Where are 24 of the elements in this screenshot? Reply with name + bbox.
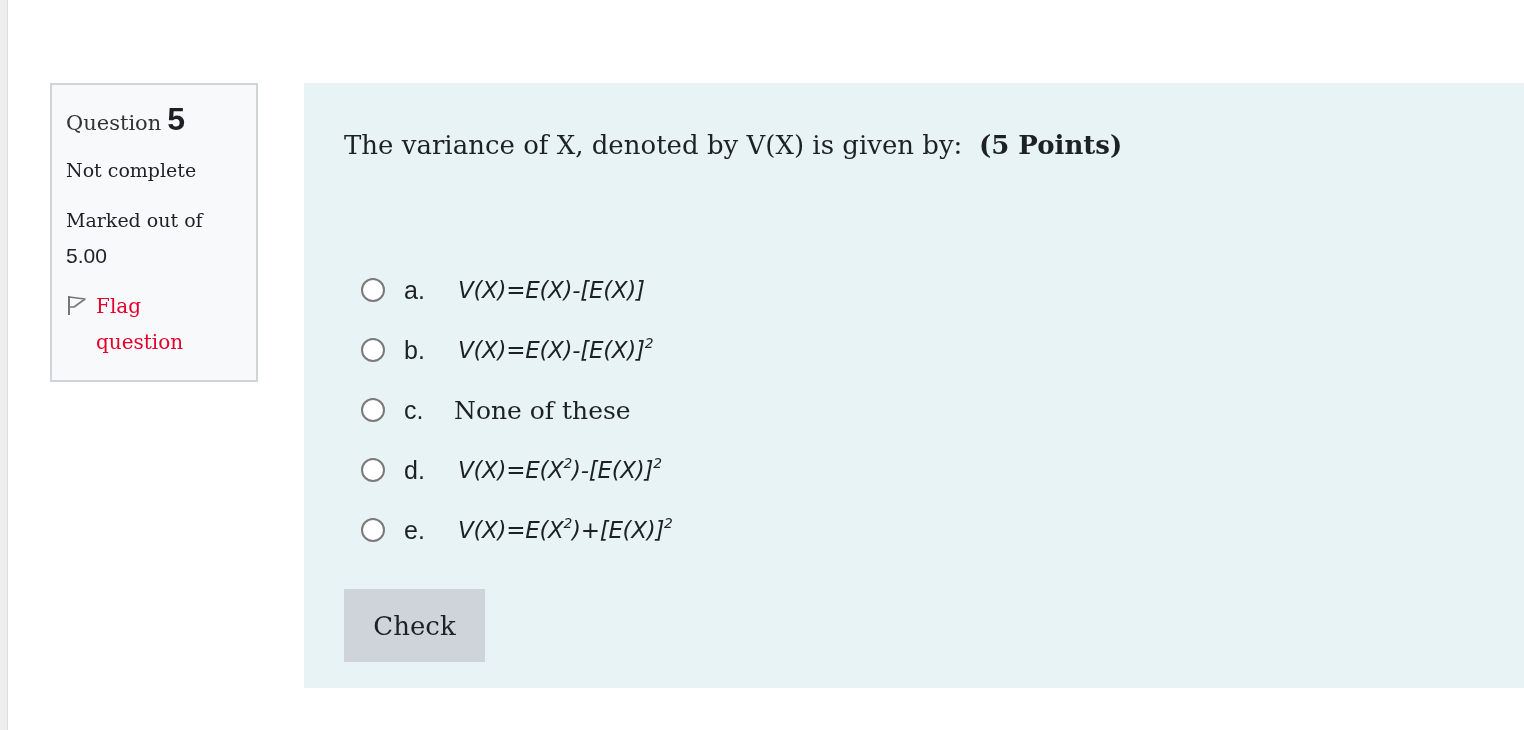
question-number: 5 — [167, 101, 186, 138]
option-formula: V(X)=E(X)-[E(X)]$^{2}$ — [458, 337, 654, 363]
option-letter: c. — [404, 395, 425, 425]
marks-label: Marked out of — [66, 208, 205, 233]
option-letter: b. — [404, 335, 426, 365]
marks-value: 5.00 — [66, 243, 108, 269]
radio-button[interactable] — [361, 278, 385, 302]
option-text: None of these — [454, 395, 631, 425]
radio-button[interactable] — [361, 518, 385, 542]
option-formula: V(X)=E(X$^{2}$)-[E(X)]$^{2}$ — [458, 457, 662, 483]
flag-icon[interactable] — [66, 294, 88, 316]
option-letter: e. — [404, 515, 426, 545]
option-formula: V(X)=E(X$^{2}$)+[E(X)]$^{2}$ — [458, 517, 673, 543]
option-letter: d. — [404, 455, 426, 485]
flag-question-link[interactable]: Flag question — [96, 288, 226, 360]
question-label: Question — [66, 111, 162, 135]
radio-button[interactable] — [361, 398, 385, 422]
question-status: Not complete — [66, 158, 198, 183]
radio-button[interactable] — [361, 458, 385, 482]
check-button[interactable]: Check — [344, 589, 485, 662]
option-letter: a. — [404, 275, 426, 305]
option-formula: V(X)=E(X)-[E(X)] — [458, 277, 645, 303]
radio-button[interactable] — [361, 338, 385, 362]
question-text: The variance of X, denoted by V(X) is given by: (5 Points) — [344, 129, 1123, 162]
